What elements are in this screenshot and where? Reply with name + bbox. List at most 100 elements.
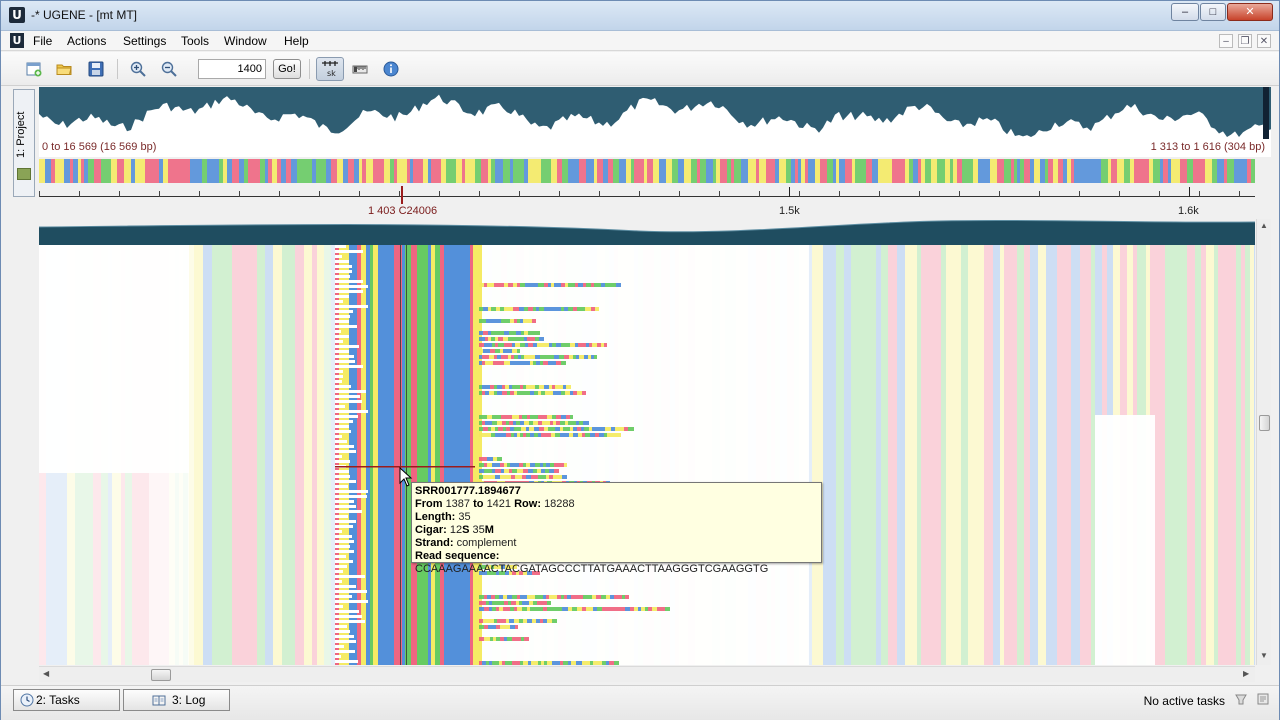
read-extension	[591, 355, 594, 359]
ruler-tick	[959, 191, 960, 197]
background-read-column	[194, 245, 203, 665]
read-extension	[492, 661, 496, 665]
read-extension	[560, 661, 563, 665]
vertical-scroll-thumb[interactable]	[1259, 415, 1270, 431]
minimize-button[interactable]: –	[1171, 3, 1199, 21]
horizontal-scrollbar[interactable]: ◀ ▶	[39, 666, 1255, 682]
pileup-edge	[335, 285, 368, 288]
project-panel-tab[interactable]: 1: Project	[13, 89, 35, 197]
menu-actions[interactable]: Actions	[65, 33, 108, 49]
read-extension	[504, 283, 508, 287]
reads-pileup-area[interactable]	[39, 245, 1255, 665]
info-button[interactable]	[380, 58, 402, 80]
read-extension	[538, 283, 541, 287]
reference-base	[495, 159, 499, 183]
reference-base	[1124, 159, 1130, 183]
pileup-edge	[335, 435, 342, 438]
open-button[interactable]	[53, 58, 75, 80]
pileup-edge	[335, 480, 356, 483]
tasks-tab-label: 2: Tasks	[36, 693, 80, 707]
read-extension	[479, 415, 484, 419]
read-extension	[492, 319, 497, 323]
read-extension	[479, 361, 482, 365]
read-extension	[511, 355, 514, 359]
read-extension	[503, 607, 507, 611]
new-document-button[interactable]	[23, 58, 45, 80]
go-button[interactable]: Go!	[273, 59, 301, 79]
reference-base	[795, 159, 798, 183]
show-reads-toggle[interactable]: sk	[316, 57, 344, 81]
read-extension	[557, 283, 561, 287]
read-extension	[514, 433, 517, 437]
scroll-left-arrow-icon[interactable]: ◀	[43, 669, 49, 678]
read-extension	[517, 319, 520, 323]
mdi-restore-button[interactable]: ❐	[1238, 34, 1252, 48]
pileup-edge	[335, 470, 349, 473]
read-extension	[486, 661, 489, 665]
reference-base	[465, 159, 469, 183]
position-ruler[interactable]: 1 403 C24006 1.5k 1.6k	[39, 184, 1255, 220]
menu-help[interactable]: Help	[282, 33, 311, 49]
pileup-edge	[335, 330, 341, 333]
zoom-in-button[interactable]	[127, 58, 149, 80]
vertical-scrollbar[interactable]: ▲ ▼	[1256, 219, 1271, 665]
menu-file[interactable]: File	[31, 33, 54, 49]
mdi-close-button[interactable]: ✕	[1257, 34, 1271, 48]
notification-icon[interactable]	[1256, 692, 1270, 706]
read-extension	[479, 385, 482, 389]
read-extension	[532, 331, 535, 335]
tasks-tab-button[interactable]: 2: Tasks	[13, 689, 120, 711]
mdi-minimize-button[interactable]: –	[1219, 34, 1233, 48]
background-read-column	[1165, 245, 1170, 665]
read-extension	[524, 337, 527, 341]
reference-base	[1085, 159, 1088, 183]
pileup-edge	[335, 545, 350, 548]
document-logo-icon[interactable]: U	[10, 33, 24, 48]
read-extension	[517, 607, 522, 611]
pileup-edge	[335, 550, 354, 553]
zoom-out-button[interactable]	[158, 58, 180, 80]
reference-base	[60, 159, 64, 183]
read-extension	[509, 469, 512, 473]
menu-tools[interactable]: Tools	[179, 33, 211, 49]
coverage-overview[interactable]: 0 to 16 569 (16 569 bp) 1 313 to 1 616 (…	[39, 87, 1271, 157]
read-extension	[496, 661, 499, 665]
menu-window[interactable]: Window	[222, 33, 269, 49]
read-extension	[495, 343, 498, 347]
background-read-column	[936, 245, 941, 665]
reference-base	[377, 159, 384, 183]
scroll-down-arrow-icon[interactable]: ▼	[1260, 651, 1268, 660]
read-extension	[648, 607, 652, 611]
read-extension	[516, 415, 519, 419]
background-read-column	[304, 245, 312, 665]
horizontal-scroll-thumb[interactable]	[151, 669, 171, 681]
position-input[interactable]	[198, 59, 266, 79]
reference-base	[892, 159, 899, 183]
reference-sequence-bars	[39, 159, 1255, 183]
read-extension	[482, 337, 485, 341]
toggle-label: sk	[327, 69, 336, 78]
read-extension	[482, 355, 485, 359]
save-button[interactable]	[85, 58, 107, 80]
background-read-column	[876, 245, 881, 665]
close-button[interactable]: ✕	[1227, 3, 1273, 21]
read-extension	[565, 421, 568, 425]
read-extension	[489, 469, 492, 473]
read-extension	[494, 385, 497, 389]
read-extension	[514, 355, 518, 359]
read-extension	[550, 421, 553, 425]
read-extension	[500, 625, 505, 629]
scroll-up-arrow-icon[interactable]: ▲	[1260, 221, 1268, 230]
read-extension	[514, 427, 518, 431]
log-tab-button[interactable]: 3: Log	[123, 689, 230, 711]
reference-sequence-strip[interactable]	[39, 159, 1255, 183]
scroll-right-arrow-icon[interactable]: ▶	[1243, 669, 1249, 678]
ruler-button[interactable]	[349, 58, 371, 80]
reference-base	[1149, 159, 1153, 183]
maximize-button[interactable]: □	[1200, 3, 1226, 21]
read-extension	[494, 283, 499, 287]
read-extension	[489, 319, 492, 323]
menu-settings[interactable]: Settings	[121, 33, 168, 49]
read-extension	[540, 619, 543, 623]
cursor-column-line	[406, 245, 407, 665]
